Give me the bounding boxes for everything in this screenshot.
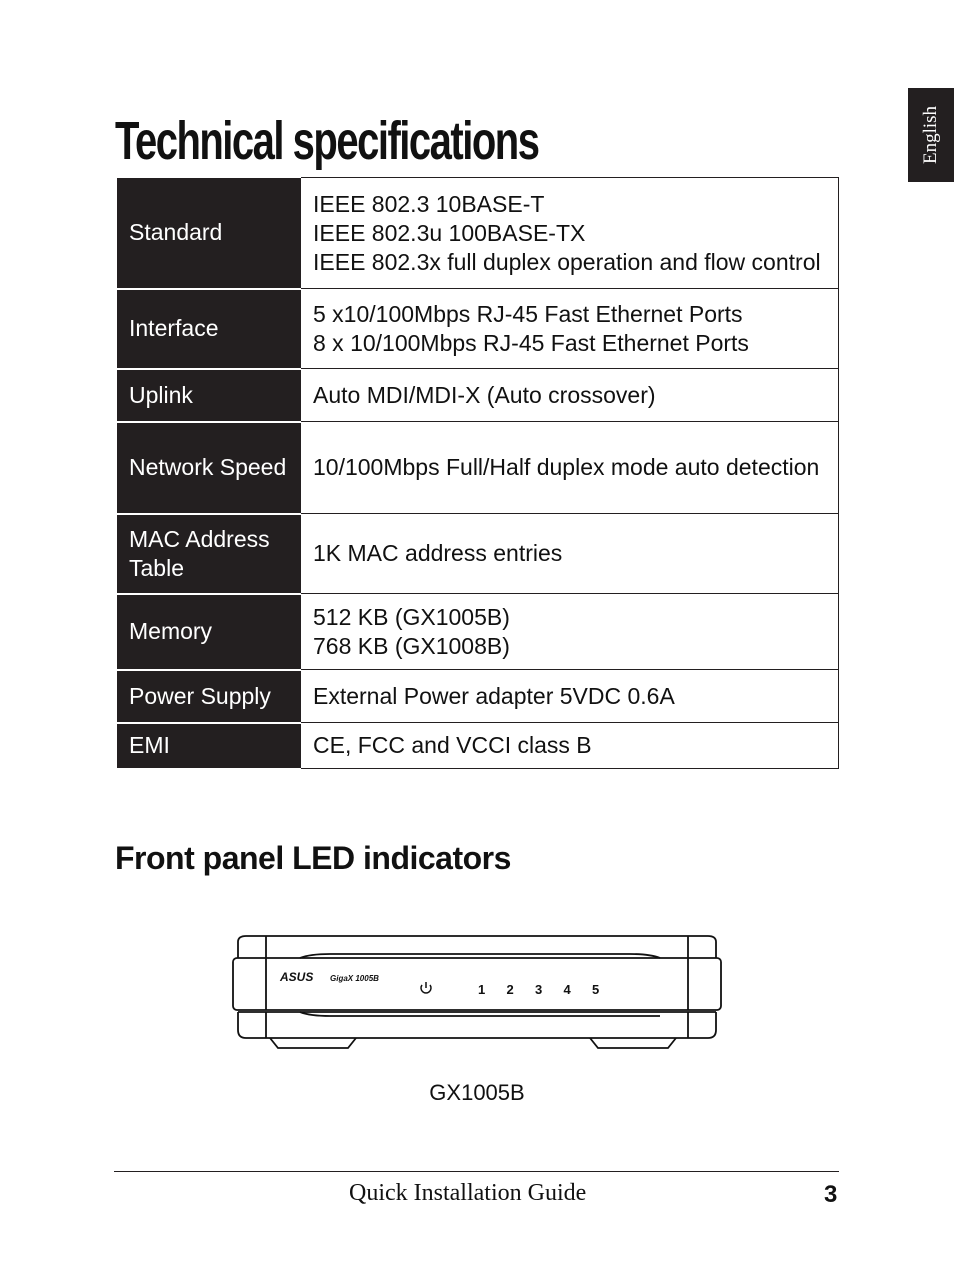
led-label-3: 3 <box>535 982 542 997</box>
asus-logo: ASUS <box>279 970 313 984</box>
spec-key: MAC Address Table <box>117 513 301 595</box>
led-label-4: 4 <box>564 982 572 997</box>
spec-value-line: IEEE 802.3 10BASE-T <box>313 190 545 217</box>
device-foot-right <box>589 1037 677 1049</box>
spec-key: EMI <box>117 722 301 770</box>
device-foot-left <box>269 1037 357 1049</box>
spec-value: 512 KB (GX1005B) 768 KB (GX1008B) <box>301 593 839 670</box>
spec-row: EMI CE, FCC and VCCI class B <box>117 722 839 770</box>
spec-value-line: 10/100Mbps Full/Half duplex mode auto de… <box>313 454 820 480</box>
footer-rule <box>114 1171 839 1172</box>
spec-value-line: Auto MDI/MDI-X (Auto crossover) <box>313 381 656 408</box>
device-caption: GX1005B <box>429 1080 525 1105</box>
led-label-5: 5 <box>592 982 599 997</box>
led-label-1: 1 <box>478 982 485 997</box>
power-icon <box>420 982 432 994</box>
language-label: English <box>920 105 941 165</box>
spec-row: Power Supply External Power adapter 5VDC … <box>117 669 839 724</box>
spec-value: External Power adapter 5VDC 0.6A <box>301 669 839 723</box>
led-label-2: 2 <box>507 982 514 997</box>
spec-row: Network Speed 10/100Mbps Full/Half duplex… <box>117 421 839 515</box>
spec-value-line: 768 KB (GX1008B) <box>313 632 510 659</box>
spec-value-line: IEEE 802.3x full duplex operation and fl… <box>313 248 821 275</box>
spec-key: Memory <box>117 593 301 671</box>
spec-value: CE, FCC and VCCI class B <box>301 722 839 769</box>
spec-value-line: 1K MAC address entries <box>313 540 563 566</box>
device-front-panel <box>232 957 722 1011</box>
spec-value-line: IEEE 802.3u 100BASE-TX <box>313 219 586 246</box>
language-tab: English <box>908 88 954 182</box>
switch-front-illustration: ASUS GigaX 1005B 1 2 3 4 5 <box>232 935 722 1049</box>
spec-value: 10/100Mbps Full/Half duplex mode auto de… <box>301 421 839 514</box>
spec-table: Standard IEEE 802.3 10BASE-T IEEE 802.3u 1… <box>117 177 839 770</box>
spec-key: Network Speed <box>117 421 301 515</box>
spec-value-line: External Power adapter 5VDC 0.6A <box>313 682 675 709</box>
page-title: Technical specifications <box>115 111 540 171</box>
spec-key: Standard <box>117 177 301 290</box>
spec-value: 1K MAC address entries <box>301 513 839 594</box>
spec-key: Interface <box>117 288 301 370</box>
spec-value-line: CE, FCC and VCCI class B <box>313 732 592 758</box>
spec-value: 5 x10/100Mbps RJ-45 Fast Ethernet Ports 8… <box>301 288 839 369</box>
page-number: 3 <box>824 1181 838 1208</box>
spec-row: Uplink Auto MDI/MDI-X (Auto crossover) <box>117 368 839 423</box>
spec-key: Power Supply <box>117 669 301 724</box>
section-heading: Front panel LED indicators <box>115 840 511 876</box>
spec-value: Auto MDI/MDI-X (Auto crossover) <box>301 368 839 422</box>
gigax-logo: GigaX 1005B <box>330 974 379 983</box>
spec-row: Memory 512 KB (GX1005B) 768 KB (GX1008B) <box>117 593 839 671</box>
spec-value-line: 512 KB (GX1005B) <box>313 603 510 630</box>
spec-key: Uplink <box>117 368 301 423</box>
spec-row: Interface 5 x10/100Mbps RJ-45 Fast Ethern… <box>117 288 839 370</box>
spec-row: MAC Address Table 1K MAC address entries <box>117 513 839 595</box>
spec-row: Standard IEEE 802.3 10BASE-T IEEE 802.3u 1… <box>117 177 839 290</box>
spec-value: IEEE 802.3 10BASE-T IEEE 802.3u 100BASE-T… <box>301 177 839 289</box>
footer-guide-title: Quick Installation Guide <box>349 1180 587 1206</box>
spec-value-line: 5 x10/100Mbps RJ-45 Fast Ethernet Ports <box>313 300 743 327</box>
spec-value-line: 8 x 10/100Mbps RJ-45 Fast Ethernet Ports <box>313 329 749 356</box>
